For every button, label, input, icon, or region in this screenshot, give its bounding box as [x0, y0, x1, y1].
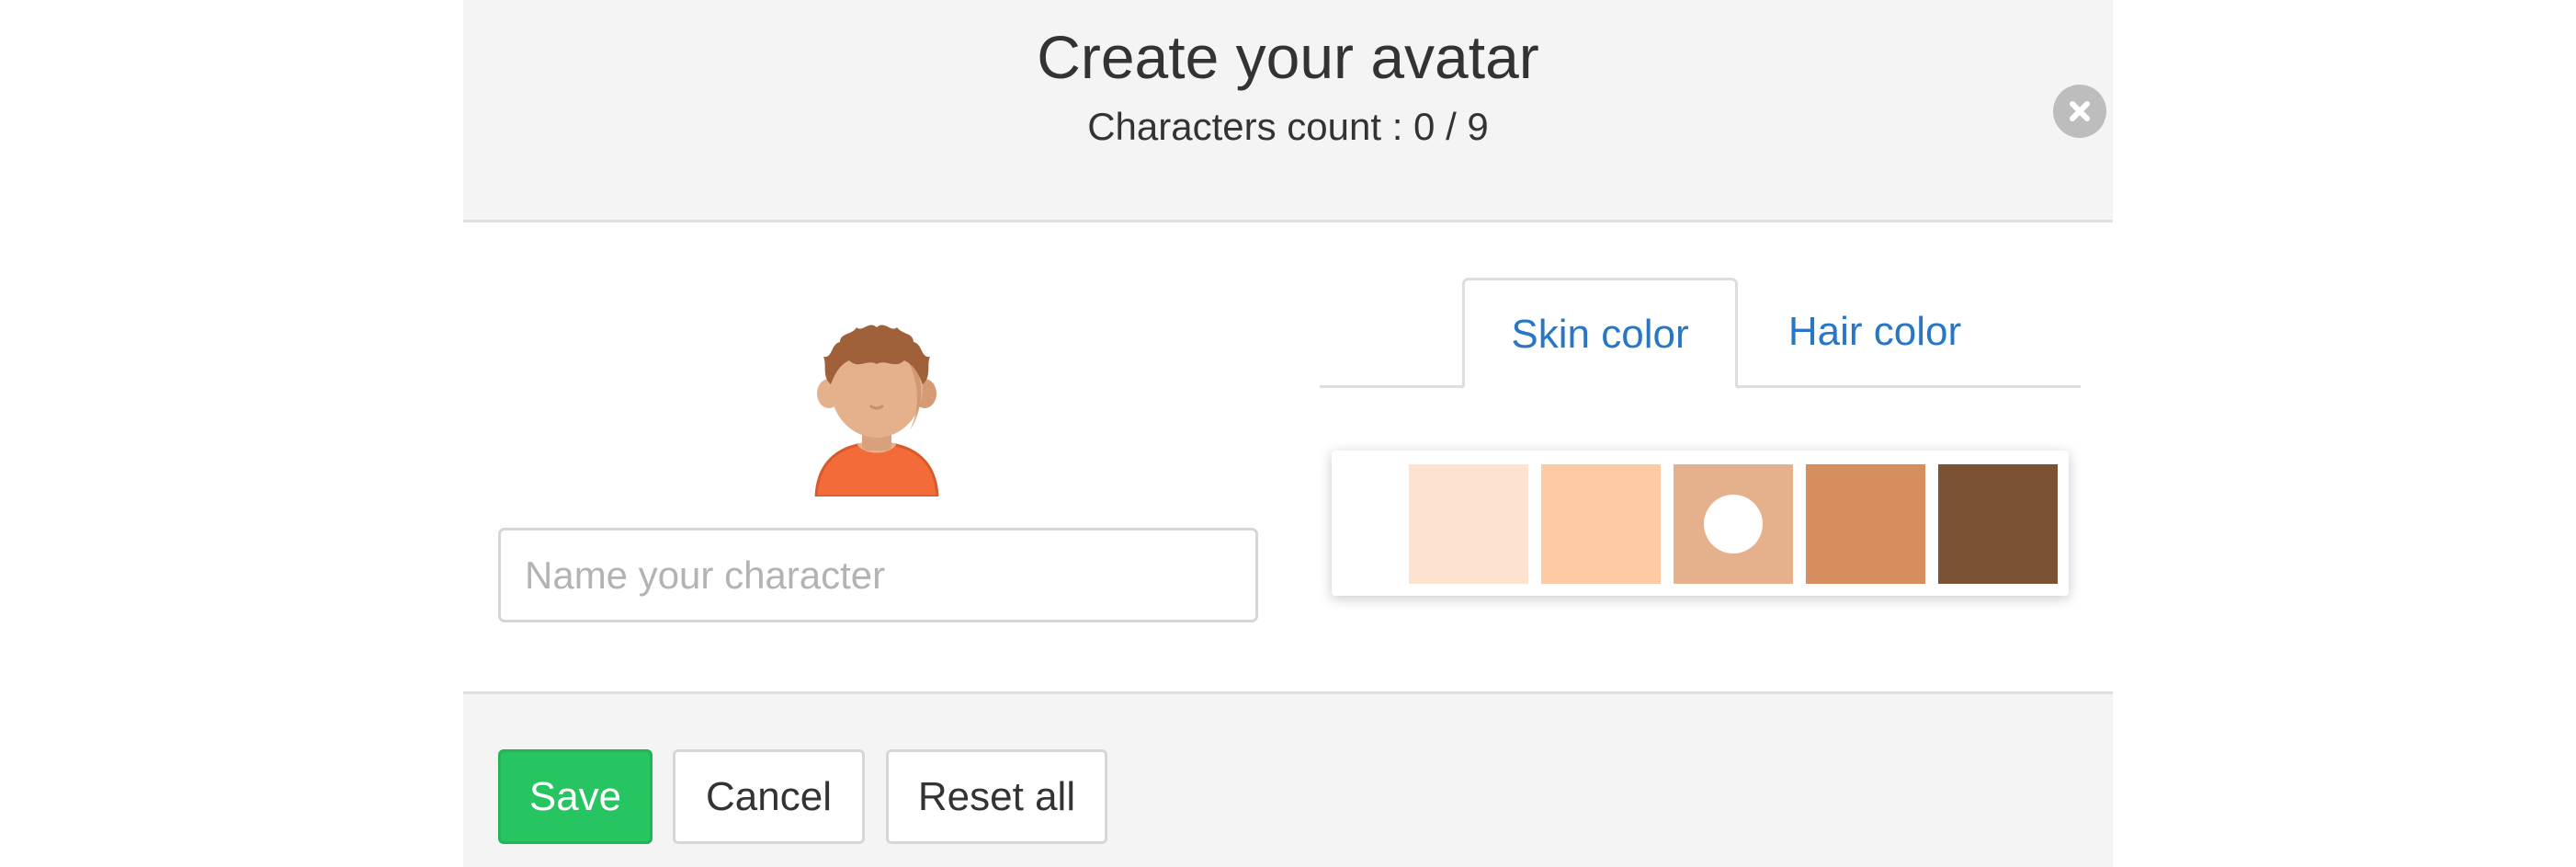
- close-button[interactable]: [2053, 85, 2106, 138]
- cancel-button[interactable]: Cancel: [673, 749, 865, 844]
- skin-color-palette: [1332, 451, 2069, 596]
- close-icon: [2070, 101, 2090, 121]
- characters-count: Characters count : 0 / 9: [1087, 105, 1489, 148]
- avatar-modal: Create your avatar Characters count : 0 …: [463, 0, 2113, 867]
- save-button[interactable]: Save: [498, 749, 653, 844]
- skin-swatch-medium[interactable]: [1674, 464, 1793, 584]
- modal-header: Create your avatar Characters count : 0 …: [463, 0, 2113, 222]
- skin-swatch-very-light[interactable]: [1409, 464, 1528, 584]
- skin-swatch-light[interactable]: [1541, 464, 1661, 584]
- reset-all-button[interactable]: Reset all: [886, 749, 1107, 844]
- character-name-input[interactable]: [498, 528, 1258, 622]
- tab-skin-color[interactable]: Skin color: [1462, 278, 1738, 389]
- modal-title: Create your avatar: [1037, 23, 1539, 91]
- skin-swatch-tan[interactable]: [1806, 464, 1925, 584]
- avatar-preview: [803, 303, 950, 498]
- tab-hair-color[interactable]: Hair color: [1738, 278, 2012, 389]
- selected-indicator-icon: [1704, 495, 1763, 553]
- avatar-icon: [814, 325, 939, 498]
- color-tabs: Skin color Hair color: [1320, 278, 2081, 389]
- skin-swatch-dark[interactable]: [1938, 464, 2058, 584]
- modal-footer: Save Cancel Reset all: [463, 691, 2113, 867]
